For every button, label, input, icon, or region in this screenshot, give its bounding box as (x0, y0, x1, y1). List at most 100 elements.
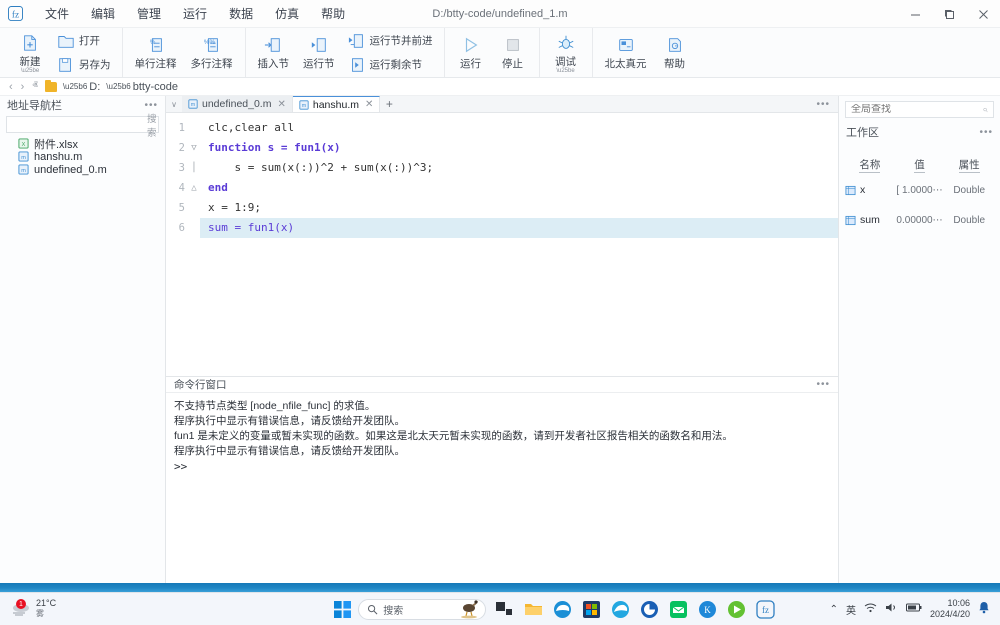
variable-type: Double (944, 215, 994, 226)
run-section-icon (310, 34, 328, 54)
code-fold-gutter[interactable]: ▽ │ △ (188, 113, 200, 376)
editor-menu-icon[interactable]: ••• (808, 96, 838, 112)
table-row[interactable]: x [ 1.0000⋯ Double (839, 178, 1000, 202)
weather-cloud-icon: 1 (10, 601, 32, 617)
code-lines[interactable]: clc,clear all function s = fun1(x) s = s… (200, 113, 838, 376)
back-icon[interactable]: ‹ (8, 81, 14, 93)
command-output-line: fun1 是未定义的变量或暂未实现的函数。如果这是北太天元暂未实现的函数，请到开… (174, 429, 830, 444)
column-header-attr[interactable]: 属性 (944, 157, 994, 172)
insert-section-button[interactable]: 插入节 (253, 32, 295, 73)
open-button-label: 打开 (79, 33, 100, 48)
svg-text:m: m (21, 155, 26, 161)
menu-run[interactable]: 运行 (172, 1, 218, 26)
tab-close-icon[interactable]: ✕ (365, 99, 373, 110)
taskview-icon[interactable] (493, 598, 515, 620)
file-search-action-label[interactable]: 搜索 (147, 111, 157, 139)
m-file-icon: m (18, 164, 29, 175)
file-navigator-menu-icon[interactable]: ••• (144, 100, 158, 111)
global-search-input[interactable] (851, 104, 983, 115)
breadcrumb-folder[interactable]: \u25b6 btty-code (106, 81, 178, 93)
breadcrumb-drive[interactable]: \u25b6 D: (63, 81, 100, 93)
tab-hanshu[interactable]: m hanshu.m ✕ (293, 96, 381, 112)
insert-section-label: 插入节 (258, 56, 290, 71)
store-icon[interactable] (580, 598, 602, 620)
svg-text:m: m (191, 102, 195, 108)
forward-icon[interactable]: › (20, 81, 26, 93)
up-icon[interactable]: ⱏ (31, 80, 38, 93)
app-circle-icon[interactable] (638, 598, 660, 620)
minimize-button[interactable] (898, 0, 932, 28)
tray-chevron-up-icon[interactable]: ⌃ (830, 604, 838, 615)
fold-marker[interactable]: ▽ (188, 138, 200, 158)
start-button[interactable] (333, 600, 351, 618)
workspace-menu-icon[interactable]: ••• (979, 127, 993, 138)
menu-simulate[interactable]: 仿真 (264, 1, 310, 26)
tab-undefined-0[interactable]: m undefined_0.m ✕ (182, 96, 293, 112)
open-button[interactable]: 打开 (53, 30, 115, 52)
close-button[interactable] (966, 0, 1000, 28)
code-editor[interactable]: 1 2 3 4 5 6 ▽ │ △ clc,clear all (166, 113, 838, 377)
stop-button[interactable]: 停止 (494, 32, 532, 73)
tab-close-icon[interactable]: ✕ (277, 99, 285, 110)
command-window-output[interactable]: 不支持节点类型 [node_nfile_func] 的求值。 程序执行中显示有错… (166, 393, 838, 583)
list-item[interactable]: X 附件.xlsx (14, 137, 165, 150)
fold-marker (188, 118, 200, 138)
tab-list-chevron-icon[interactable]: ∨ (166, 96, 182, 112)
save-as-button[interactable]: 另存为 (53, 54, 115, 76)
run-remaining-button[interactable]: 运行剩余节 (344, 54, 437, 76)
app-window: fz 文件 编辑 管理 运行 数据 仿真 帮助 D:/btty-code/und… (0, 0, 1000, 625)
menu-manage[interactable]: 管理 (126, 1, 172, 26)
browser-icon[interactable] (609, 598, 631, 620)
run-button[interactable]: 运行 (452, 32, 490, 73)
save-as-icon (57, 56, 75, 74)
list-item[interactable]: m undefined_0.m (14, 163, 165, 176)
menu-help[interactable]: 帮助 (310, 1, 356, 26)
baltamatica-icon[interactable]: fz (754, 598, 776, 620)
command-window-menu-icon[interactable]: ••• (816, 379, 830, 390)
clock[interactable]: 10:06 2024/4/20 (930, 598, 970, 620)
menu-edit[interactable]: 编辑 (80, 1, 126, 26)
menu-file[interactable]: 文件 (34, 1, 80, 26)
debug-button[interactable]: 调试 \u25be (547, 30, 585, 76)
btzy-icon (617, 34, 635, 54)
taskbar-weather-widget[interactable]: 1 21°C 雾 (0, 599, 280, 619)
btzy-button[interactable]: 北太真元 (600, 32, 652, 73)
edge-browser-icon[interactable] (551, 598, 573, 620)
taskbar-search-box[interactable]: 搜索 (358, 599, 486, 620)
global-search-box[interactable] (845, 101, 994, 118)
column-header-name[interactable]: 名称 (845, 157, 895, 172)
fold-marker[interactable]: △ (188, 178, 200, 198)
svg-text:fz: fz (762, 605, 769, 615)
notification-bell-icon[interactable] (978, 601, 990, 617)
run-section-advance-button[interactable]: 运行节并前进 (344, 30, 437, 52)
chevron-down-icon[interactable]: \u25be (556, 69, 574, 74)
table-row[interactable]: sum 0.00000⋯ Double (839, 208, 1000, 232)
file-explorer-icon[interactable] (522, 598, 544, 620)
mail-icon[interactable] (667, 598, 689, 620)
ime-indicator[interactable]: 英 (846, 602, 856, 617)
fold-marker (188, 198, 200, 218)
battery-icon[interactable] (906, 603, 922, 615)
volume-icon[interactable] (885, 602, 898, 616)
help-button-label: 帮助 (664, 56, 685, 71)
matrix-icon (845, 215, 856, 226)
comment-block-button[interactable]: %% 多行注释 (186, 32, 238, 73)
file-search-input[interactable] (15, 119, 147, 130)
fold-marker (188, 218, 200, 238)
run-section-button[interactable]: 运行节 (298, 32, 340, 73)
comment-line-button[interactable]: % 单行注释 (130, 32, 182, 73)
help-button[interactable]: 帮助 (656, 32, 694, 73)
maximize-button[interactable] (932, 0, 966, 28)
wifi-icon[interactable] (864, 602, 877, 616)
file-search-box[interactable]: 搜索 (6, 116, 159, 133)
new-tab-button[interactable]: + (380, 96, 398, 112)
file-name: undefined_0.m (34, 164, 107, 176)
media-player-icon[interactable] (725, 598, 747, 620)
list-item[interactable]: m hanshu.m (14, 150, 165, 163)
wps-icon[interactable]: K (696, 598, 718, 620)
command-prompt[interactable]: >> (174, 459, 830, 474)
new-button[interactable]: 新建 \u25be (11, 30, 49, 76)
chevron-down-icon[interactable]: \u25be (21, 69, 39, 74)
column-header-value[interactable]: 值 (895, 157, 945, 172)
menu-data[interactable]: 数据 (218, 1, 264, 26)
